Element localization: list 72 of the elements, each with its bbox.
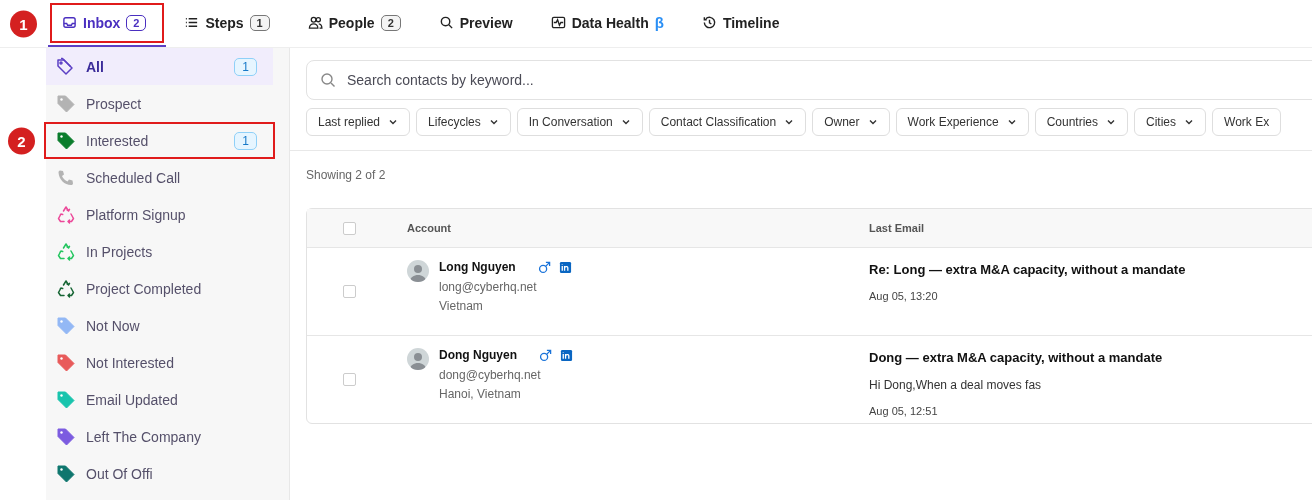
row-checkbox[interactable] <box>342 373 356 386</box>
tab[interactable]: Preview <box>424 0 533 47</box>
select-all-checkbox[interactable] <box>342 221 356 235</box>
step-marker: 1 <box>10 10 37 37</box>
email-date: Aug 05, 13:20 <box>869 290 939 302</box>
row-checkbox[interactable] <box>342 285 356 298</box>
contact-name: Dong Nguyen <box>439 348 517 362</box>
sidebar-item[interactable]: Left The Company <box>46 418 273 455</box>
people-icon <box>307 15 323 30</box>
contact-email: dong@cyberhq.net <box>439 368 542 382</box>
sidebar-item[interactable]: Project Completed <box>46 270 273 307</box>
chevron-down-icon <box>620 117 631 127</box>
chevron-down-icon <box>784 117 795 127</box>
step-marker: 2 <box>8 127 35 154</box>
sidebar-item[interactable]: Scheduled Call <box>46 159 273 196</box>
results-count: Showing 2 of 2 <box>306 168 387 182</box>
male-icon <box>539 348 552 362</box>
tab[interactable]: People 2 <box>293 0 421 47</box>
sidebar-item[interactable]: All 1 <box>46 48 273 85</box>
history-icon <box>701 15 717 30</box>
contact-name: Long Nguyen <box>439 260 516 274</box>
linkedin-icon[interactable] <box>558 260 572 274</box>
sidebar-item[interactable]: Interested 1 <box>46 122 273 159</box>
chevron-down-icon <box>1184 117 1195 127</box>
tab[interactable]: Steps 1 <box>170 0 290 47</box>
avatar-icon <box>407 348 429 370</box>
chevron-down-icon <box>1106 117 1117 127</box>
chevron-down-icon <box>488 117 499 127</box>
email-preview: Hi Dong,When a deal moves fas <box>869 378 1043 392</box>
search-field[interactable]: Search contacts by keyword... <box>306 60 1312 100</box>
sidebar-item[interactable]: Not Now <box>46 307 273 344</box>
contact-email: long@cyberhq.net <box>439 280 538 294</box>
search-icon <box>438 15 454 30</box>
filter-dropdown[interactable]: Owner <box>812 108 890 136</box>
tab[interactable]: Data Health β <box>536 0 684 47</box>
column-header: Last Email <box>869 222 926 234</box>
column-header: Account <box>407 222 452 234</box>
male-icon <box>537 260 551 274</box>
email-subject: Dong — extra M&A capacity, without a mandate <box>869 350 1164 365</box>
sidebar-item[interactable]: Out Of Offi <box>46 455 273 492</box>
filter-dropdown[interactable]: Cities <box>1134 108 1207 136</box>
contact-location: Hanoi, Vietnam <box>439 387 522 401</box>
email-subject: Re: Long — extra M&A capacity, without a mandate <box>869 262 1187 277</box>
filter-dropdown[interactable]: Work Ex <box>1212 108 1282 136</box>
filter-dropdown[interactable]: Lifecycles <box>416 108 511 136</box>
avatar-icon <box>407 260 429 282</box>
filter-dropdown[interactable]: Countries <box>1034 108 1129 136</box>
sidebar-item[interactable]: In Projects <box>46 233 273 270</box>
count-badge: 1 <box>249 14 270 31</box>
count-badge: 1 <box>234 131 257 150</box>
count-badge: 2 <box>380 14 401 31</box>
email-date: Aug 05, 12:51 <box>869 405 939 417</box>
chevron-down-icon <box>388 117 399 127</box>
chevron-down-icon <box>1006 117 1017 127</box>
filter-dropdown[interactable]: Contact Classification <box>648 108 807 136</box>
count-badge: 1 <box>234 57 257 76</box>
search-icon <box>320 72 336 88</box>
contact-location: Vietnam <box>439 299 484 313</box>
sidebar-item[interactable]: Platform Signup <box>46 196 273 233</box>
linkedin-icon[interactable] <box>560 348 573 362</box>
chevron-down-icon <box>867 117 878 127</box>
tab[interactable]: Timeline <box>687 0 800 47</box>
list-icon <box>184 15 200 30</box>
sidebar-item[interactable]: Prospect <box>46 85 273 122</box>
sidebar-item[interactable]: Email Updated <box>46 381 273 418</box>
count-badge: 2 <box>126 14 147 31</box>
filter-dropdown[interactable]: Work Experience <box>895 108 1029 136</box>
pulse-icon <box>550 15 566 30</box>
inbox-icon <box>62 15 77 30</box>
filter-dropdown[interactable]: In Conversation <box>516 108 643 136</box>
sidebar-item[interactable]: Not Interested <box>46 344 273 381</box>
filter-dropdown[interactable]: Last replied <box>306 108 411 136</box>
